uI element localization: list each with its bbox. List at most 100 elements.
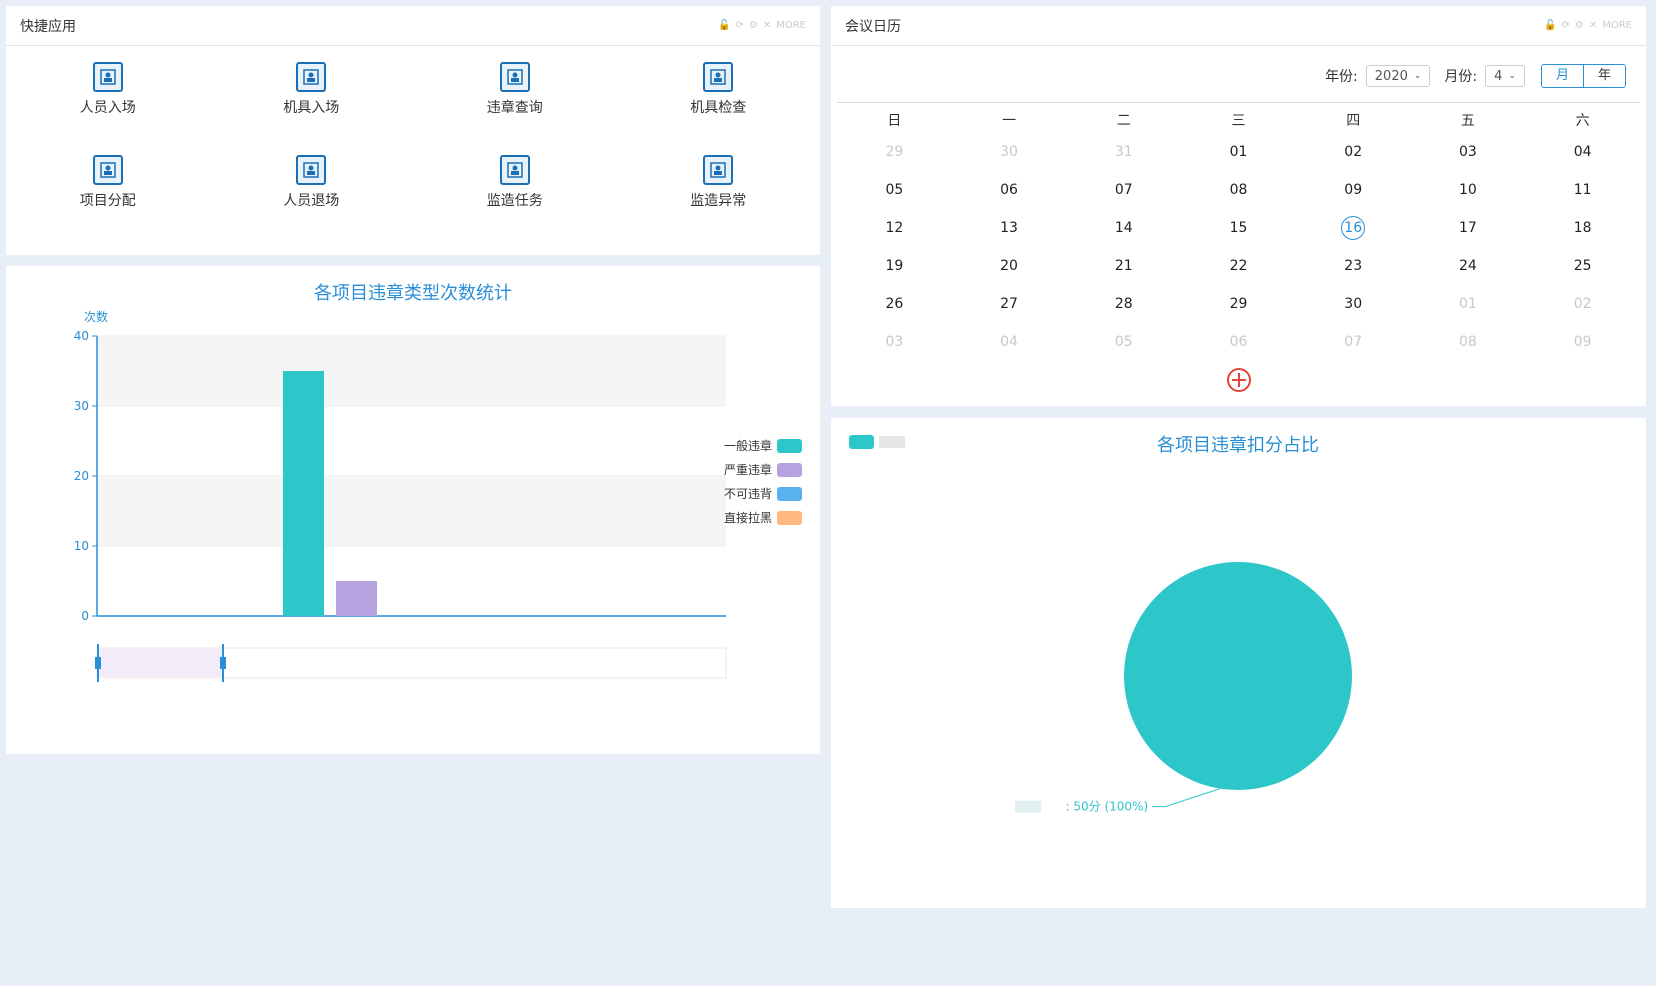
quick-app-label: 监造任务	[486, 193, 543, 209]
more-link[interactable]: MORE	[1602, 20, 1632, 31]
calendar-day[interactable]: 05	[837, 171, 952, 209]
calendar-day[interactable]: 30	[1296, 285, 1411, 323]
more-link[interactable]: MORE	[776, 20, 806, 31]
weekday-header: 一	[1002, 113, 1017, 129]
calendar-day-number: 22	[1229, 258, 1248, 274]
gear-icon[interactable]: ⚙	[749, 20, 758, 31]
calendar-day-number: 12	[885, 220, 904, 236]
calendar-day[interactable]: 01	[1411, 285, 1526, 323]
person-exit-icon	[296, 155, 327, 185]
calendar-day[interactable]: 09	[1525, 323, 1640, 361]
calendar-day-number: 09	[1573, 334, 1592, 350]
calendar-day[interactable]: 19	[837, 247, 952, 285]
quick-app-person-exit[interactable]: 人员退场	[210, 155, 414, 248]
calendar-day[interactable]: 06	[1181, 323, 1296, 361]
calendar-day[interactable]: 10	[1411, 171, 1526, 209]
zoom-handle-right-grip	[220, 657, 226, 669]
calendar-day[interactable]: 22	[1181, 247, 1296, 285]
calendar-day[interactable]: 30	[952, 133, 1067, 171]
calendar-day[interactable]: 23	[1296, 247, 1411, 285]
quick-app-supervision-anomaly[interactable]: 监造异常	[617, 155, 821, 248]
quick-app-project-assign[interactable]: 项目分配	[6, 155, 210, 248]
project-assign-icon	[92, 155, 123, 185]
calendar-day-number: 18	[1573, 220, 1592, 236]
y-tick-label: 10	[74, 539, 89, 553]
calendar-day-number: 06	[1229, 334, 1248, 350]
calendar-day-number: 07	[1344, 334, 1363, 350]
calendar-day-number: 08	[1459, 334, 1477, 350]
bar-2	[336, 581, 377, 616]
calendar-day-number: 29	[885, 144, 904, 160]
quick-app-machine-check[interactable]: 机具检查	[617, 62, 821, 155]
violation-type-bar-chart: 各项目违章类型次数统计 0 10 20 30 40 次数一般违章严重违章不可违背直接拉黑	[74, 283, 802, 682]
calendar-day[interactable]: 31	[1066, 133, 1181, 171]
calendar-day[interactable]: 05	[1066, 323, 1181, 361]
close-icon[interactable]: ✕	[763, 20, 771, 31]
close-icon[interactable]: ✕	[1589, 20, 1597, 31]
calendar-day[interactable]: 07	[1296, 323, 1411, 361]
calendar-day-number: 06	[1000, 182, 1018, 198]
calendar-day[interactable]: 29	[837, 133, 952, 171]
calendar-day[interactable]: 02	[1296, 133, 1411, 171]
calendar-day[interactable]: 24	[1411, 247, 1526, 285]
lock-icon[interactable]: 🔓	[1544, 20, 1556, 31]
calendar-day[interactable]: 06	[952, 171, 1067, 209]
quick-app-supervision-task[interactable]: 监造任务	[413, 155, 617, 248]
calendar-day[interactable]: 20	[952, 247, 1067, 285]
calendar-day[interactable]: 12	[837, 209, 952, 247]
view-year-button[interactable]: 年	[1583, 65, 1625, 87]
view-month-button[interactable]: 月	[1541, 65, 1584, 87]
calendar-day[interactable]: 02	[1525, 285, 1640, 323]
quick-app-label: 人员退场	[283, 193, 340, 209]
chevron-down-icon: ⌄	[1508, 71, 1516, 81]
quick-apps-header: 快捷应用 🔓 ⟳ ⚙ ✕ MORE	[6, 6, 820, 46]
calendar-day[interactable]: 08	[1181, 171, 1296, 209]
refresh-icon[interactable]: ⟳	[735, 20, 743, 31]
weekday-header: 日	[887, 113, 902, 129]
calendar-day[interactable]: 29	[1181, 285, 1296, 323]
year-select[interactable]: 2020 ⌄	[1365, 65, 1431, 87]
quick-app-machine-enter[interactable]: 机具入场	[210, 62, 414, 155]
calendar-day[interactable]: 03	[837, 323, 952, 361]
legend-swatch	[777, 487, 802, 501]
pie-slice-1	[1124, 562, 1352, 790]
calendar-day[interactable]: 13	[952, 209, 1067, 247]
calendar-day[interactable]: 28	[1066, 285, 1181, 323]
calendar-day[interactable]: 07	[1066, 171, 1181, 209]
calendar-day[interactable]: 17	[1411, 209, 1526, 247]
calendar-day[interactable]: 21	[1066, 247, 1181, 285]
calendar-day[interactable]: 15	[1181, 209, 1296, 247]
lock-icon[interactable]: 🔓	[718, 20, 730, 31]
quick-app-person-enter[interactable]: 人员入场	[6, 62, 210, 155]
refresh-icon[interactable]: ⟳	[1561, 20, 1569, 31]
calendar-day[interactable]: 25	[1525, 247, 1640, 285]
calendar-day[interactable]: 27	[952, 285, 1067, 323]
calendar-header: 会议日历 🔓 ⟳ ⚙ ✕ MORE	[831, 6, 1646, 46]
calendar-day[interactable]: 04	[952, 323, 1067, 361]
y-tick-label: 40	[74, 329, 89, 343]
calendar-day[interactable]: 08	[1411, 323, 1526, 361]
calendar-day-number: 01	[1459, 296, 1477, 312]
quick-app-violation-query[interactable]: 违章查询	[413, 62, 617, 155]
calendar-day-today[interactable]: 16	[1296, 209, 1411, 247]
month-select[interactable]: 4 ⌄	[1485, 65, 1525, 87]
calendar-day[interactable]: 01	[1181, 133, 1296, 171]
calendar-day[interactable]: 26	[837, 285, 952, 323]
calendar-day[interactable]: 04	[1525, 133, 1640, 171]
calendar-day[interactable]: 09	[1296, 171, 1411, 209]
calendar-day-number: 23	[1344, 258, 1363, 274]
calendar-day-number: 15	[1229, 220, 1248, 236]
meeting-calendar-panel: 会议日历 🔓 ⟳ ⚙ ✕ MORE 年份: 2020 ⌄ 月份: 4 ⌄ 月 年…	[831, 6, 1646, 406]
calendar-day[interactable]: 03	[1411, 133, 1526, 171]
calendar-day-number: 05	[1114, 334, 1133, 350]
calendar-day[interactable]: 14	[1066, 209, 1181, 247]
calendar-day-number: 05	[885, 182, 904, 198]
gear-icon[interactable]: ⚙	[1575, 20, 1584, 31]
calendar-day-number: 25	[1573, 258, 1592, 274]
add-meeting-button[interactable]	[831, 367, 1646, 393]
calendar-title: 会议日历	[845, 18, 901, 35]
calendar-day[interactable]: 11	[1525, 171, 1640, 209]
calendar-day[interactable]: 18	[1525, 209, 1640, 247]
calendar-day-number: 17	[1459, 220, 1477, 236]
machine-check-icon	[703, 62, 734, 92]
